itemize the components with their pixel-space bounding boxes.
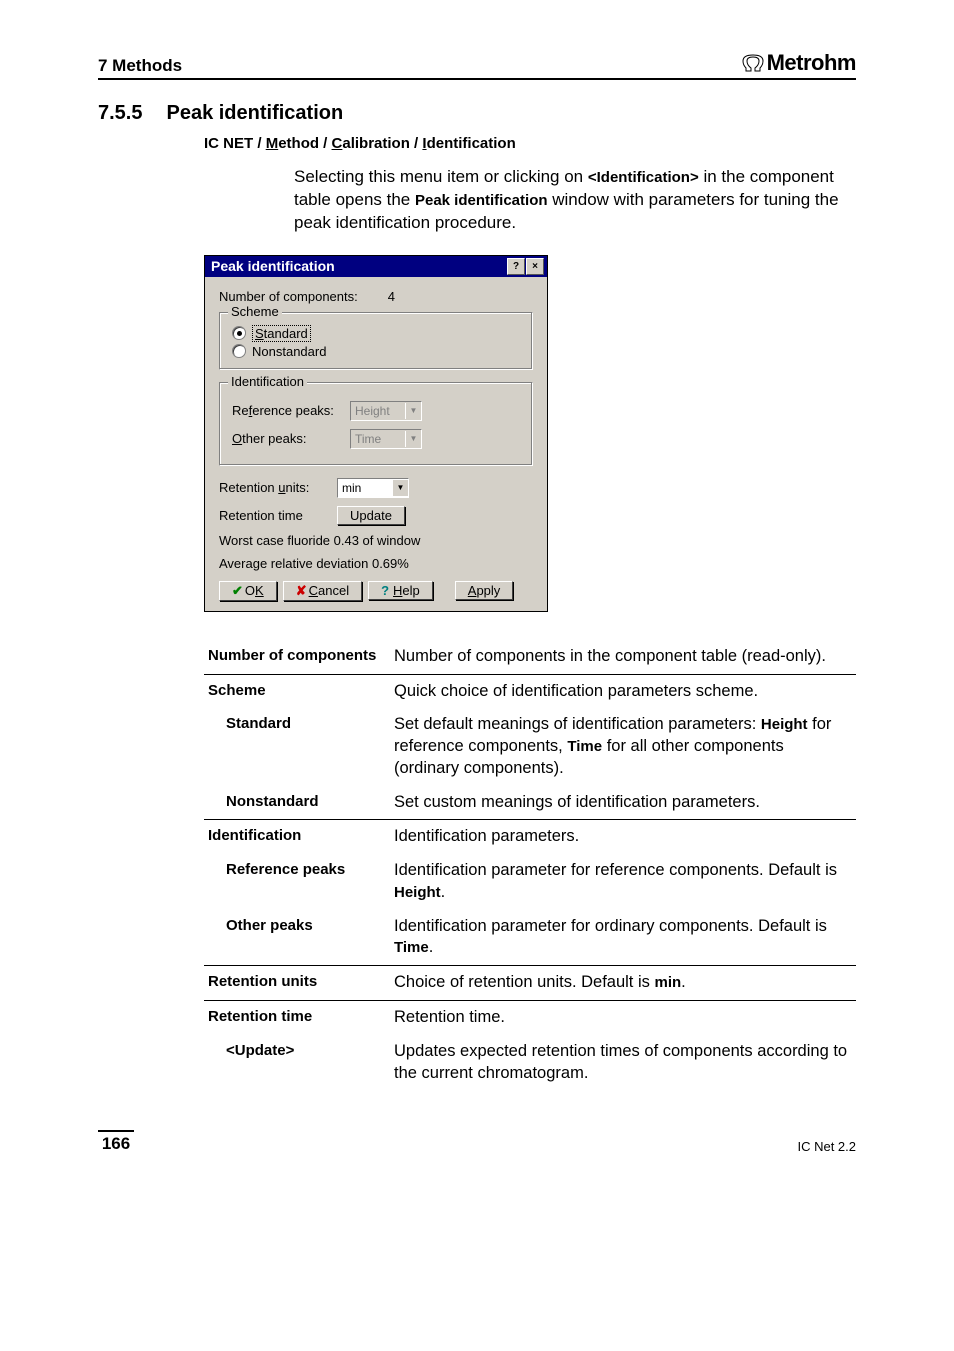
section-number: 7.5.5 — [98, 102, 142, 125]
identification-fieldset: Identification Reference peaks: Height ▼… — [219, 382, 533, 466]
reference-peaks-label: Reference peaks: — [232, 403, 350, 418]
table-row: Scheme Quick choice of identification pa… — [204, 675, 856, 709]
scheme-legend: Scheme — [228, 304, 282, 319]
retention-units-combo[interactable]: min ▼ — [337, 478, 409, 498]
radio-standard[interactable]: Standard — [232, 325, 520, 342]
section-title: Peak identification — [166, 102, 343, 125]
update-button[interactable]: Update — [337, 506, 405, 525]
scheme-fieldset: Scheme Standard Nonstandard — [219, 312, 533, 370]
brand-name: Metrohm — [767, 50, 856, 76]
table-row: Number of components Number of component… — [204, 640, 856, 674]
cancel-button[interactable]: ✘Cancel — [283, 581, 362, 601]
retention-units-label: Retention units: — [219, 480, 337, 495]
table-row: Nonstandard Set custom meanings of ident… — [204, 786, 856, 820]
table-row: Retention units Choice of retention unit… — [204, 966, 856, 1000]
section-heading: 7.5.5 Peak identification — [98, 102, 856, 125]
table-row: Reference peaks Identification parameter… — [204, 854, 856, 910]
page-number: 166 — [98, 1130, 134, 1154]
table-row: Retention time Retention time. — [204, 1001, 856, 1035]
retention-time-label: Retention time — [219, 508, 337, 523]
radio-nonstandard[interactable]: Nonstandard — [232, 344, 520, 359]
reference-peaks-combo: Height ▼ — [350, 401, 422, 421]
help-button-icon[interactable]: ? — [507, 258, 525, 275]
radio-icon — [232, 344, 246, 358]
radio-icon — [232, 326, 246, 340]
other-peaks-label: Other peaks: — [232, 431, 350, 446]
header-chapter: 7 Methods — [98, 56, 182, 76]
other-peaks-combo: Time ▼ — [350, 429, 422, 449]
parameter-table: Number of components Number of component… — [204, 640, 856, 1090]
chevron-down-icon: ▼ — [405, 431, 421, 447]
table-row: Identification Identification parameters… — [204, 820, 856, 854]
peak-identification-dialog: Peak identification ? × Number of compon… — [204, 255, 548, 612]
ok-button[interactable]: ✔OK — [219, 581, 277, 601]
help-button[interactable]: ?Help — [368, 581, 433, 600]
intro-paragraph: Selecting this menu item or clicking on … — [294, 166, 856, 235]
status-worst-case: Worst case fluoride 0.43 of window — [219, 533, 533, 548]
chevron-down-icon[interactable]: ▼ — [392, 480, 408, 496]
close-icon[interactable]: × — [526, 258, 544, 275]
dialog-title: Peak identification — [211, 258, 335, 274]
status-avg-deviation: Average relative deviation 0.69% — [219, 556, 533, 571]
table-row: Standard Set default meanings of identif… — [204, 708, 856, 785]
num-components-value: 4 — [388, 289, 395, 304]
table-row: Other peaks Identification parameter for… — [204, 910, 856, 966]
dialog-titlebar: Peak identification ? × — [205, 256, 547, 277]
apply-button[interactable]: Apply — [455, 581, 514, 600]
brand-logo: Metrohm — [741, 50, 856, 76]
identification-legend: Identification — [228, 374, 307, 389]
breadcrumb: IC NET / Method / Calibration / Identifi… — [204, 135, 856, 152]
footer-product: IC Net 2.2 — [797, 1139, 856, 1154]
page-header: 7 Methods Metrohm — [98, 50, 856, 80]
omega-icon — [741, 53, 765, 73]
chevron-down-icon: ▼ — [405, 403, 421, 419]
page-footer: 166 IC Net 2.2 — [98, 1130, 856, 1154]
num-components-label: Number of components: — [219, 289, 358, 304]
table-row: <Update> Updates expected retention time… — [204, 1035, 856, 1091]
